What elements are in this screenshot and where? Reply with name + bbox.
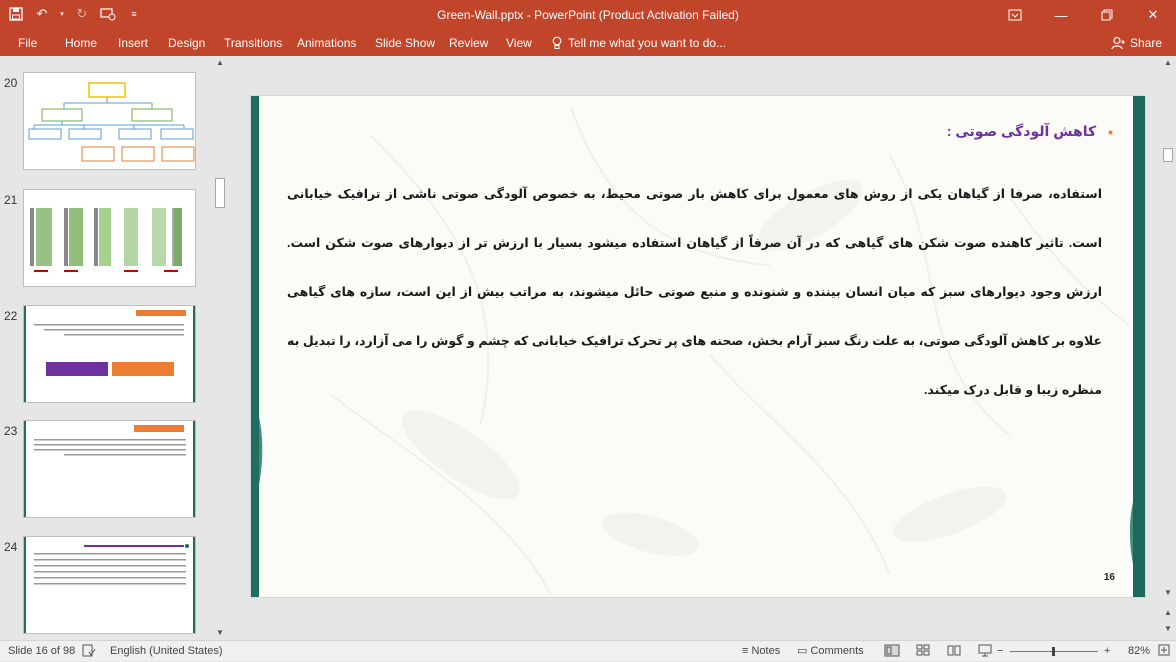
notes-icon: ≡ xyxy=(742,645,749,657)
thumbnail-number: 23 xyxy=(4,424,18,438)
slide-number: 16 xyxy=(1103,572,1115,583)
thumbnail-image xyxy=(23,189,196,287)
scroll-up-arrow-icon[interactable]: ▲ xyxy=(212,56,228,70)
notes-button[interactable]: ≡ Notes xyxy=(742,644,780,659)
slide-heading[interactable]: • کاهش آلودگی صوتی : xyxy=(947,123,1113,140)
slide-scrollbar[interactable]: ▲ ▼ ▲ ▼ xyxy=(1160,56,1176,640)
redo-icon[interactable]: ↻ xyxy=(72,4,92,24)
slide-indicator[interactable]: Slide 16 of 98 xyxy=(8,644,75,659)
tab-slide-show[interactable]: Slide Show xyxy=(375,34,435,52)
customize-qat-icon[interactable]: ≡ xyxy=(124,4,144,24)
tab-insert[interactable]: Insert xyxy=(118,34,148,52)
window-controls: — ✕ xyxy=(992,0,1176,30)
lightbulb-icon xyxy=(552,36,562,49)
slide-editing-area: • کاهش آلودگی صوتی : استفاده، صرفا از گی… xyxy=(230,56,1160,640)
left-decorative-band xyxy=(251,96,259,597)
zoom-in-icon[interactable]: + xyxy=(1104,644,1110,659)
slide-body-text[interactable]: استفاده، صرفا از گیاهان یکی از روش های م… xyxy=(287,170,1102,415)
thumbnail-slide-23[interactable]: 23 xyxy=(0,420,212,520)
bullet-icon: • xyxy=(1108,123,1113,140)
zoom-level[interactable]: 82% xyxy=(1128,644,1150,659)
language-indicator[interactable]: English (United States) xyxy=(110,644,223,659)
share-button[interactable]: Share xyxy=(1111,33,1162,53)
next-slide-icon[interactable]: ▼ xyxy=(1160,622,1176,636)
fit-slide-icon[interactable] xyxy=(1158,644,1170,661)
tell-me-label: Tell me what you want to do... xyxy=(568,36,727,50)
scroll-down-arrow-icon[interactable]: ▼ xyxy=(1160,586,1176,600)
slide-heading-text: کاهش آلودگی صوتی : xyxy=(946,123,1097,139)
tab-review[interactable]: Review xyxy=(449,34,488,52)
reading-view-icon[interactable] xyxy=(947,644,961,662)
tab-design[interactable]: Design xyxy=(168,34,205,52)
minimize-icon[interactable]: — xyxy=(1038,0,1084,30)
tab-home[interactable]: Home xyxy=(65,34,97,52)
ribbon-tabs: File Home Insert Design Transitions Anim… xyxy=(0,30,1176,56)
spelling-check-icon[interactable] xyxy=(82,644,96,662)
thumbnail-number: 20 xyxy=(4,76,18,90)
tab-transitions[interactable]: Transitions xyxy=(224,34,282,52)
scroll-down-arrow-icon[interactable]: ▼ xyxy=(212,626,228,640)
quick-access-toolbar: ↶ ▾ ↻ ≡ xyxy=(6,4,144,24)
normal-view-icon[interactable] xyxy=(884,644,900,662)
scrollbar-thumb[interactable] xyxy=(1163,148,1173,162)
thumbnail-slide-20[interactable]: 20 xyxy=(0,72,212,172)
thumbnail-number: 22 xyxy=(4,309,18,323)
comments-button[interactable]: ▭ Comments xyxy=(797,644,864,659)
share-label: Share xyxy=(1129,36,1162,50)
status-bar: Slide 16 of 98 English (United States) ≡… xyxy=(0,640,1176,661)
present-from-beginning-icon[interactable] xyxy=(98,4,118,24)
undo-icon[interactable]: ↶ xyxy=(32,4,52,24)
current-slide[interactable]: • کاهش آلودگی صوتی : استفاده، صرفا از گی… xyxy=(250,95,1146,598)
thumbnail-image xyxy=(23,305,196,403)
thumbnail-image xyxy=(23,536,196,634)
person-icon xyxy=(1111,36,1125,50)
scroll-up-arrow-icon[interactable]: ▲ xyxy=(1160,56,1176,70)
title-bar: ↶ ▾ ↻ ≡ Green-Wall.pptx - PowerPoint (Pr… xyxy=(0,0,1176,30)
tab-view[interactable]: View xyxy=(506,34,532,52)
thumbnail-slide-22[interactable]: 22 xyxy=(0,305,212,405)
thumbnail-image xyxy=(23,72,196,170)
scrollbar-thumb[interactable] xyxy=(215,178,225,208)
zoom-out-icon[interactable]: − xyxy=(997,644,1003,659)
right-decorative-band xyxy=(1133,96,1145,597)
tab-file[interactable]: File xyxy=(18,34,37,52)
tell-me-search[interactable]: Tell me what you want to do... xyxy=(552,34,726,52)
comment-icon: ▭ xyxy=(797,645,808,657)
undo-dropdown-icon[interactable]: ▾ xyxy=(58,4,66,24)
thumbnail-number: 21 xyxy=(4,193,18,207)
slide-thumbnail-pane: 20 21 22 23 24 xyxy=(0,56,230,640)
thumbnail-number: 24 xyxy=(4,540,18,554)
slide-sorter-icon[interactable] xyxy=(916,644,930,662)
zoom-slider-knob[interactable] xyxy=(1052,647,1055,656)
close-icon[interactable]: ✕ xyxy=(1130,0,1176,30)
restore-icon[interactable] xyxy=(1084,0,1130,30)
zoom-slider[interactable] xyxy=(1010,647,1098,656)
thumbnail-slide-21[interactable]: 21 xyxy=(0,189,212,289)
previous-slide-icon[interactable]: ▲ xyxy=(1160,606,1176,620)
ribbon-display-options-icon[interactable] xyxy=(992,0,1038,30)
tab-animations[interactable]: Animations xyxy=(297,34,356,52)
save-icon[interactable] xyxy=(6,4,26,24)
thumbnail-scrollbar[interactable]: ▲ ▼ xyxy=(212,56,228,640)
thumbnail-image xyxy=(23,420,196,518)
comments-label: Comments xyxy=(810,645,864,657)
notes-label: Notes xyxy=(751,645,781,657)
thumbnail-slide-24[interactable]: 24 xyxy=(0,536,212,636)
slide-show-view-icon[interactable] xyxy=(978,644,992,662)
